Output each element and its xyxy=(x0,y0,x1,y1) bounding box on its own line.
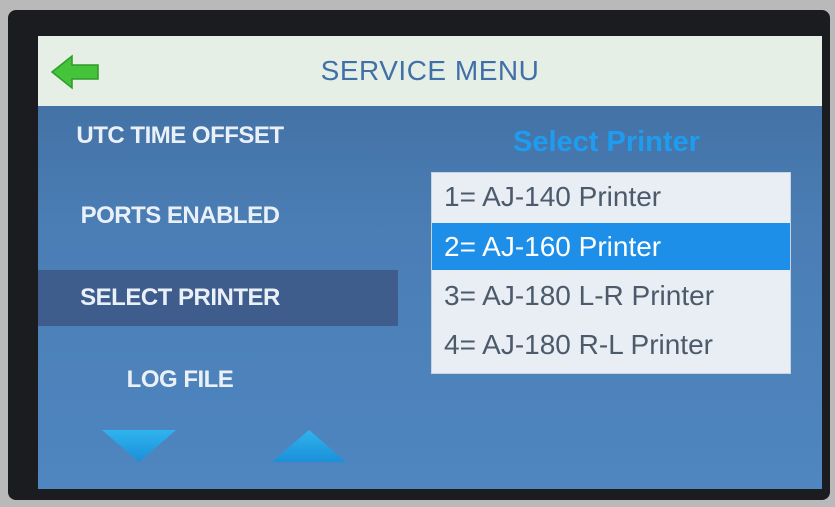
triangle-down-icon xyxy=(102,430,176,462)
menu-item-label: UTC TIME OFFSET xyxy=(76,122,284,149)
printer-list: 1= AJ-140 Printer 2= AJ-160 Printer 3= A… xyxy=(431,172,791,374)
menu-item-label: SELECT PRINTER xyxy=(80,284,280,311)
printer-option-1[interactable]: 1= AJ-140 Printer xyxy=(432,173,790,220)
scroll-down-button[interactable] xyxy=(100,428,178,464)
printer-option-2[interactable]: 2= AJ-160 Printer xyxy=(432,223,790,270)
header-bar: SERVICE MENU xyxy=(38,36,822,106)
printer-option-4[interactable]: 4= AJ-180 R-L Printer xyxy=(432,321,790,368)
scroll-up-button[interactable] xyxy=(270,428,348,464)
menu-item-utc-time-offset[interactable]: UTC TIME OFFSET xyxy=(38,108,360,164)
page-title: SERVICE MENU xyxy=(320,55,540,86)
printer-option-3[interactable]: 3= AJ-180 L-R Printer xyxy=(432,272,790,319)
menu-item-ports-enabled[interactable]: PORTS ENABLED xyxy=(38,188,360,244)
menu-item-select-printer[interactable]: SELECT PRINTER xyxy=(38,270,398,326)
menu-item-label: PORTS ENABLED xyxy=(80,202,280,229)
back-button[interactable] xyxy=(50,52,102,92)
printer-panel-title: Select Printer xyxy=(513,126,700,158)
menu-item-label: LOG FILE xyxy=(126,366,234,393)
triangle-up-icon xyxy=(272,430,346,462)
back-arrow-icon xyxy=(50,54,99,90)
touch-screen: SERVICE MENU UTC TIME OFFSET PORTS ENABL… xyxy=(38,36,822,489)
menu-item-log-file[interactable]: LOG FILE xyxy=(38,352,360,408)
